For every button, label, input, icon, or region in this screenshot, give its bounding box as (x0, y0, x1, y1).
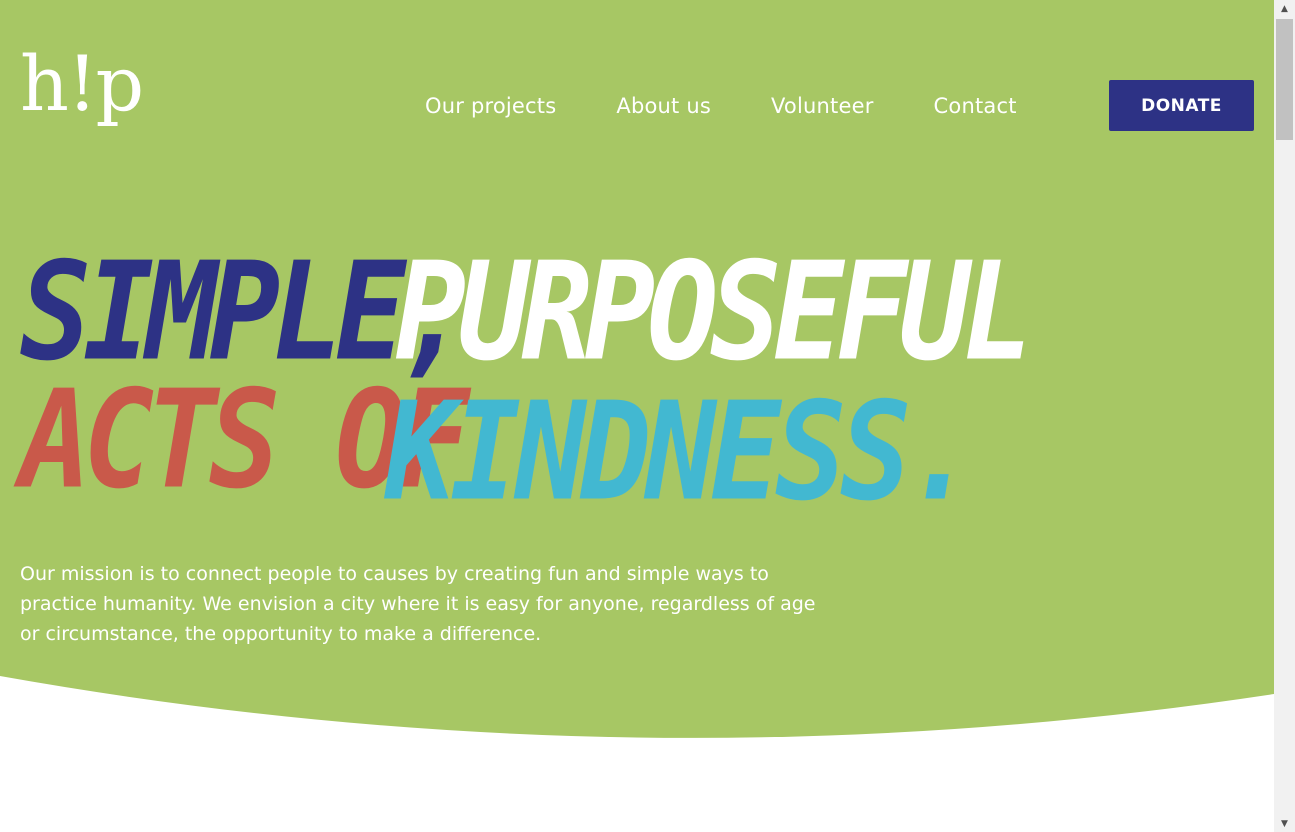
hero-section: h!p Our projects About us Volunteer Cont… (0, 0, 1274, 760)
arrow-up-icon[interactable]: ▲ (1274, 0, 1295, 17)
headline-purposeful: PURPOSEFUL (395, 232, 1033, 391)
nav-our-projects[interactable]: Our projects (425, 94, 556, 118)
nav-about-us[interactable]: About us (616, 94, 711, 118)
page: h!p Our projects About us Volunteer Cont… (0, 0, 1274, 832)
scrollbar-thumb[interactable] (1276, 19, 1293, 140)
nav-volunteer[interactable]: Volunteer (771, 94, 874, 118)
arrow-down-icon[interactable]: ▼ (1274, 815, 1295, 832)
mission-statement: Our mission is to connect people to caus… (20, 563, 816, 645)
site-logo[interactable]: h!p (20, 36, 144, 132)
main-nav: Our projects About us Volunteer Contact (400, 80, 1017, 131)
vertical-scrollbar[interactable]: ▲ ▼ (1274, 0, 1295, 832)
nav-contact[interactable]: Contact (934, 94, 1017, 118)
headline-kindness: KINDNESS. (385, 372, 976, 531)
donate-button[interactable]: DONATE (1109, 80, 1254, 131)
